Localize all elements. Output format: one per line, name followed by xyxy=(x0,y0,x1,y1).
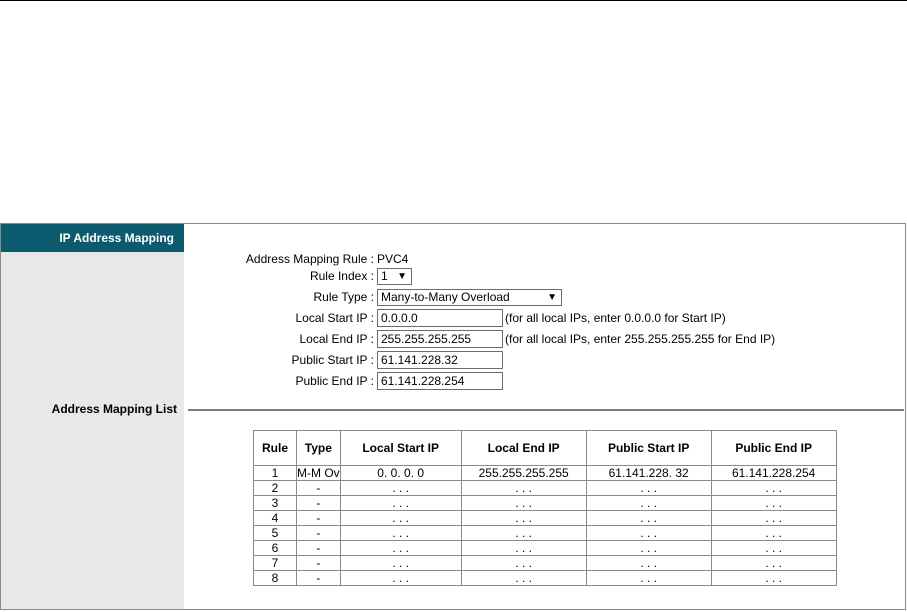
table-row: 2-. . .. . .. . .. . . xyxy=(253,480,837,496)
cell-public-start: . . . xyxy=(585,570,712,586)
local-start-input[interactable]: 0.0.0.0 xyxy=(377,309,503,327)
local-start-row: Local Start IP : xyxy=(1,307,375,329)
cell-public-start: . . . xyxy=(585,510,712,526)
chevron-down-icon: ▼ xyxy=(397,271,407,282)
col-local-start: Local Start IP xyxy=(339,430,462,466)
cell-local-start: . . . xyxy=(339,540,462,556)
mapping-panel: IP Address Mapping Address Mapping List … xyxy=(0,223,906,610)
public-end-input[interactable]: 61.141.228.254 xyxy=(377,372,503,390)
table-row: 7-. . .. . .. . .. . . xyxy=(253,555,837,571)
local-end-row: Local End IP : xyxy=(1,328,375,350)
col-public-start: Public Start IP xyxy=(585,430,712,466)
col-rule: Rule xyxy=(253,430,297,466)
chevron-down-icon: ▼ xyxy=(547,292,557,303)
col-local-end: Local End IP xyxy=(460,430,587,466)
cell-type: - xyxy=(296,495,341,511)
cell-rule: 6 xyxy=(253,540,297,556)
cell-local-end: . . . xyxy=(460,480,587,496)
cell-local-end: 255.255.255.255 xyxy=(460,465,587,481)
cell-type: - xyxy=(296,540,341,556)
cell-local-start: . . . xyxy=(339,555,462,571)
table-row: 3-. . .. . .. . .. . . xyxy=(253,495,837,511)
rule-type-select[interactable]: Many-to-Many Overload ▼ xyxy=(377,289,562,306)
cell-public-end: . . . xyxy=(710,525,837,541)
cell-local-end: . . . xyxy=(460,555,587,571)
cell-type: - xyxy=(296,570,341,586)
list-section-label: Address Mapping List xyxy=(51,402,177,416)
cell-public-end: . . . xyxy=(710,555,837,571)
top-border xyxy=(0,0,907,1)
cell-local-end: . . . xyxy=(460,540,587,556)
cell-local-end: . . . xyxy=(460,525,587,541)
cell-rule: 5 xyxy=(253,525,297,541)
local-start-hint: (for all local IPs, enter 0.0.0.0 for St… xyxy=(505,311,726,325)
cell-public-start: . . . xyxy=(585,495,712,511)
cell-type: - xyxy=(296,480,341,496)
cell-rule: 2 xyxy=(253,480,297,496)
cell-local-start: 0. 0. 0. 0 xyxy=(339,465,462,481)
cell-public-end: . . . xyxy=(710,510,837,526)
cell-local-end: . . . xyxy=(460,570,587,586)
table-header-row: Rule Type Local Start IP Local End IP Pu… xyxy=(253,430,837,466)
local-start-label: Local Start IP : xyxy=(295,311,375,325)
table-body: 1 M-M Ov 0. 0. 0. 0 255.255.255.255 61.141.2… xyxy=(253,465,837,586)
public-start-input[interactable]: 61.141.228.32 xyxy=(377,351,503,369)
cell-type: - xyxy=(296,510,341,526)
table-row: 6-. . .. . .. . .. . . xyxy=(253,540,837,556)
public-start-row: Public Start IP : xyxy=(1,349,374,371)
table-row: 1 M-M Ov 0. 0. 0. 0 255.255.255.255 61.141.2… xyxy=(253,465,837,481)
rule-value: PVC4 xyxy=(377,252,409,266)
cell-public-end: . . . xyxy=(710,540,837,556)
public-end-row: Public End IP : xyxy=(1,370,375,392)
rule-index-select[interactable]: 1 ▼ xyxy=(377,268,412,285)
cell-rule: 1 xyxy=(253,465,297,481)
cell-public-end: 61.141.228.254 xyxy=(710,465,837,481)
rule-type-row: Rule Type : xyxy=(1,286,374,308)
cell-public-end: . . . xyxy=(710,480,837,496)
rule-type-value: Many-to-Many Overload xyxy=(381,290,510,304)
cell-public-end: . . . xyxy=(710,570,837,586)
local-end-label: Local End IP : xyxy=(299,332,375,346)
col-type: Type xyxy=(296,430,341,466)
public-start-label: Public Start IP : xyxy=(291,353,374,367)
cell-rule: 8 xyxy=(253,570,297,586)
rule-index-row: Rule Index : xyxy=(1,265,374,287)
cell-type: - xyxy=(296,555,341,571)
cell-public-end: . . . xyxy=(710,495,837,511)
col-public-end: Public End IP xyxy=(710,430,837,466)
rule-index-label: Rule Index : xyxy=(309,269,374,283)
table-row: 5-. . .. . .. . .. . . xyxy=(253,525,837,541)
table-row: 8-. . .. . .. . .. . . xyxy=(253,570,837,586)
cell-public-start: . . . xyxy=(585,555,712,571)
public-end-label: Public End IP : xyxy=(295,374,375,388)
cell-rule: 3 xyxy=(253,495,297,511)
cell-local-start: . . . xyxy=(339,570,462,586)
local-end-input[interactable]: 255.255.255.255 xyxy=(377,330,503,348)
section-divider xyxy=(188,409,904,411)
local-end-hint: (for all local IPs, enter 255.255.255.25… xyxy=(505,332,776,346)
rule-index-value: 1 xyxy=(381,269,388,283)
table-row: 4-. . .. . .. . .. . . xyxy=(253,510,837,526)
cell-public-start: 61.141.228. 32 xyxy=(585,465,712,481)
cell-type: M-M Ov xyxy=(296,465,341,481)
cell-local-start: . . . xyxy=(339,525,462,541)
cell-type: - xyxy=(296,525,341,541)
mapping-table: Rule Type Local Start IP Local End IP Pu… xyxy=(253,430,837,586)
cell-rule: 7 xyxy=(253,555,297,571)
cell-local-start: . . . xyxy=(339,480,462,496)
cell-local-end: . . . xyxy=(460,495,587,511)
cell-public-start: . . . xyxy=(585,480,712,496)
rule-type-label: Rule Type : xyxy=(313,290,374,304)
cell-public-start: . . . xyxy=(585,525,712,541)
cell-rule: 4 xyxy=(253,510,297,526)
cell-local-end: . . . xyxy=(460,510,587,526)
cell-local-start: . . . xyxy=(339,495,462,511)
cell-public-start: . . . xyxy=(585,540,712,556)
cell-local-start: . . . xyxy=(339,510,462,526)
